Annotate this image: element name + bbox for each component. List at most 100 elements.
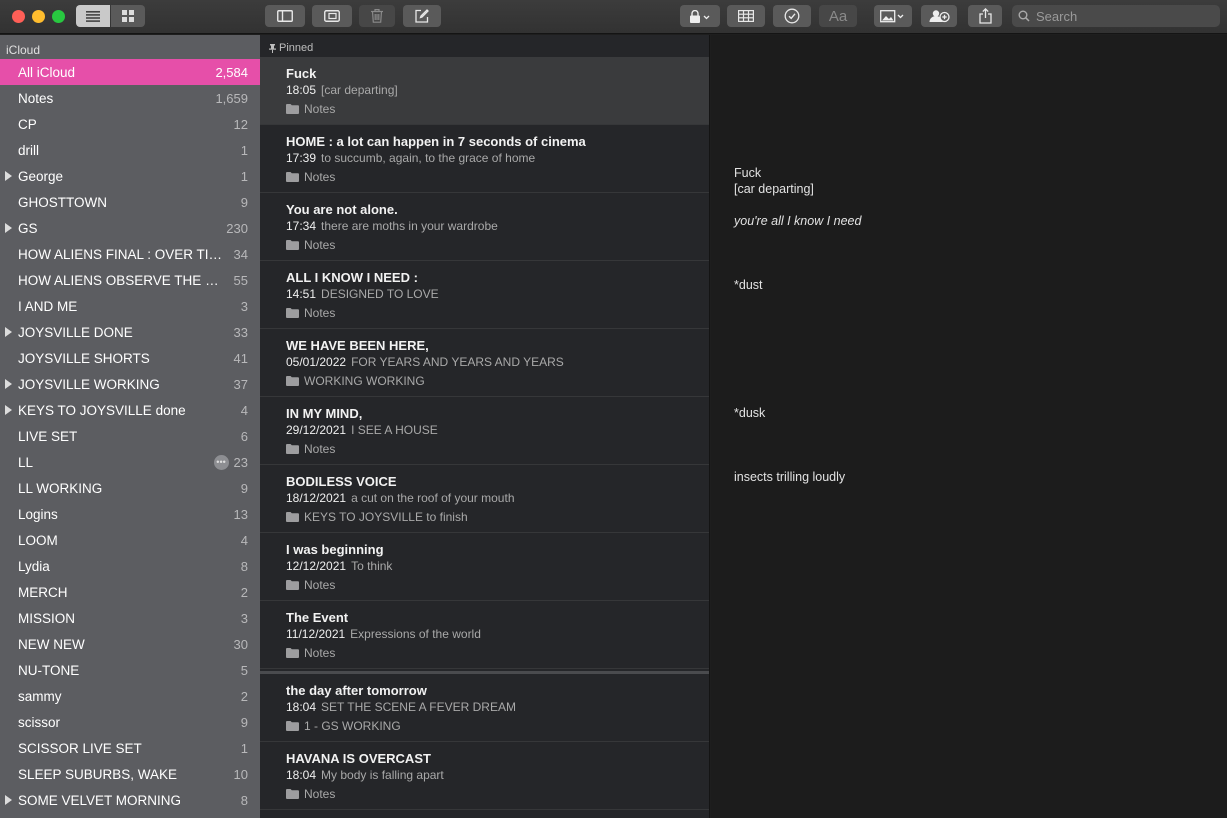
note-preview: [car departing]	[321, 83, 398, 97]
note-body-line: insects trilling loudly	[734, 470, 846, 484]
note-item[interactable]: BODILESS VOICE 18/12/2021 a cut on the roo…	[260, 465, 709, 533]
note-folder-name: Notes	[304, 101, 336, 116]
add-people-icon	[929, 10, 950, 23]
note-item[interactable]: HOME : a lot can happen in 7 seconds of …	[260, 125, 709, 193]
folder-name: LL	[18, 454, 34, 470]
folder-count: 30	[233, 636, 248, 652]
note-meta: 14:51 DESIGNED TO LOVE	[286, 287, 709, 304]
sidebar-folder[interactable]: LL ••• 23	[0, 449, 260, 475]
other-notes: the day after tomorrow 18:04 SET THE SCENE…	[260, 674, 709, 810]
folder-count: 33	[233, 324, 248, 340]
close-window-button[interactable]	[12, 10, 25, 23]
sidebar-folder[interactable]: LL WORKING 9	[0, 475, 260, 501]
folders-sidebar: iCloud All iCloud 2,584 Notes 1,659 CP 12 dril…	[0, 35, 260, 818]
sidebar-folder[interactable]: LIVE SET 6	[0, 423, 260, 449]
folder-name: George	[18, 168, 64, 184]
folder-name: All iCloud	[18, 64, 76, 80]
sidebar-folder[interactable]: JOYSVILLE SHORTS 41	[0, 345, 260, 371]
note-title: BODILESS VOICE	[286, 474, 397, 489]
sidebar-folder[interactable]: drill 1	[0, 137, 260, 163]
sidebar-folder[interactable]: scissor 9	[0, 709, 260, 735]
sidebar-folder[interactable]: Logins 13	[0, 501, 260, 527]
note-body-line: you're all I know I need	[734, 214, 862, 228]
zoom-window-button[interactable]	[52, 10, 65, 23]
checklist-button[interactable]	[773, 5, 811, 27]
share-button[interactable]	[968, 5, 1002, 27]
folder-name: GS	[18, 220, 38, 236]
sidebar-folder[interactable]: MERCH 2	[0, 579, 260, 605]
disclosure-triangle-icon[interactable]	[5, 223, 12, 233]
note-item[interactable]: I was beginning 12/12/2021 To think Notes	[260, 533, 709, 601]
sidebar-folder[interactable]: NU-TONE 5	[0, 657, 260, 683]
folder-count: 8	[240, 558, 248, 574]
folder-name: MISSION	[18, 610, 76, 626]
list-view-button[interactable]	[76, 5, 110, 27]
sidebar-folder[interactable]: SCISSOR LIVE SET 1	[0, 735, 260, 761]
note-item[interactable]: The Event 11/12/2021 Expressions of the wo…	[260, 601, 709, 669]
disclosure-triangle-icon[interactable]	[5, 171, 12, 181]
note-title: HOME : a lot can happen in 7 seconds of …	[286, 134, 586, 149]
note-item[interactable]: ALL I KNOW I NEED : 14:51 DESIGNED TO LOVE…	[260, 261, 709, 329]
delete-note-button[interactable]	[359, 5, 395, 27]
lock-note-button[interactable]	[680, 5, 720, 27]
attachments-icon	[324, 10, 340, 22]
folder-count: 4	[240, 402, 248, 418]
search-input[interactable]	[1036, 8, 1206, 24]
sidebar-folder[interactable]: HOW ALIENS FINAL : OVER TIM... 34	[0, 241, 260, 267]
note-item[interactable]: HAVANA IS OVERCAST 18:04 My body is fallin…	[260, 742, 709, 810]
sidebar-folder[interactable]: Lydia 8	[0, 553, 260, 579]
note-editor[interactable]: Fuck [car departing] you're all I know I n…	[711, 35, 1227, 818]
sidebar-folder[interactable]: GS 230	[0, 215, 260, 241]
note-item[interactable]: You are not alone. 17:34 there are moths i…	[260, 193, 709, 261]
gallery-view-button[interactable]	[111, 5, 145, 27]
folder-icon	[286, 647, 299, 658]
sidebar-folder[interactable]: SLEEP SUBURBS, WAKE 10	[0, 761, 260, 787]
note-date: 18/12/2021	[286, 491, 347, 505]
disclosure-triangle-icon[interactable]	[5, 405, 12, 415]
note-item[interactable]: the day after tomorrow 18:04 SET THE SCENE…	[260, 674, 709, 742]
note-item[interactable]: IN MY MIND, 29/12/2021 I SEE A HOUSE Notes	[260, 397, 709, 465]
sidebar-folder[interactable]: SOME VELVET MORNING 8	[0, 787, 260, 813]
disclosure-triangle-icon[interactable]	[5, 379, 12, 389]
folder-name: SCISSOR LIVE SET	[18, 740, 142, 756]
sidebar-folder[interactable]: JOYSVILLE DONE 33	[0, 319, 260, 345]
checklist-icon	[784, 8, 800, 24]
note-meta: 29/12/2021 I SEE A HOUSE	[286, 423, 709, 440]
format-button[interactable]: Aa	[819, 5, 857, 27]
folder-count: 2,584	[215, 64, 248, 80]
disclosure-triangle-icon[interactable]	[5, 795, 12, 805]
insert-table-button[interactable]	[727, 5, 765, 27]
sidebar-folder[interactable]: KEYS TO JOYSVILLE done 4	[0, 397, 260, 423]
folder-name: JOYSVILLE SHORTS	[18, 350, 150, 366]
insert-media-button[interactable]	[874, 5, 912, 27]
sidebar-folder[interactable]: sammy 2	[0, 683, 260, 709]
collaborate-button[interactable]	[921, 5, 957, 27]
sidebar-folder[interactable]: GHOSTTOWN 9	[0, 189, 260, 215]
folder-name: LOOM	[18, 532, 58, 548]
show-attachments-button[interactable]	[312, 5, 352, 27]
folder-count: 1	[240, 168, 248, 184]
sidebar-folder[interactable]: George 1	[0, 163, 260, 189]
note-meta: 05/01/2022 FOR YEARS AND YEARS AND YEARS	[286, 355, 709, 372]
sidebar-folder[interactable]: JOYSVILLE WORKING 37	[0, 371, 260, 397]
sidebar-folder[interactable]: MISSION 3	[0, 605, 260, 631]
note-date: 11/12/2021	[286, 627, 346, 641]
sidebar-folder[interactable]: CP 12	[0, 111, 260, 137]
sidebar-folder[interactable]: All iCloud 2,584	[0, 59, 260, 85]
sidebar-folder[interactable]: NEW NEW 30	[0, 631, 260, 657]
pinned-header: Pinned	[260, 35, 709, 57]
minimize-window-button[interactable]	[32, 10, 45, 23]
note-item[interactable]: WE HAVE BEEN HERE, 05/01/2022 FOR YEARS AN…	[260, 329, 709, 397]
toggle-sidebar-button[interactable]	[265, 5, 305, 27]
table-icon	[738, 10, 754, 22]
folder-name: SLEEP SUBURBS, WAKE	[18, 766, 178, 782]
note-folder: WORKING WORKING	[286, 372, 709, 389]
sidebar-folder[interactable]: I AND ME 3	[0, 293, 260, 319]
sidebar-folder[interactable]: HOW ALIENS OBSERVE THE WO... 55	[0, 267, 260, 293]
search-field[interactable]	[1012, 5, 1220, 27]
sidebar-folder[interactable]: LOOM 4	[0, 527, 260, 553]
sidebar-folder[interactable]: Notes 1,659	[0, 85, 260, 111]
compose-note-button[interactable]	[403, 5, 441, 27]
disclosure-triangle-icon[interactable]	[5, 327, 12, 337]
note-item[interactable]: Fuck 18:05 [car departing] Notes	[260, 57, 709, 125]
